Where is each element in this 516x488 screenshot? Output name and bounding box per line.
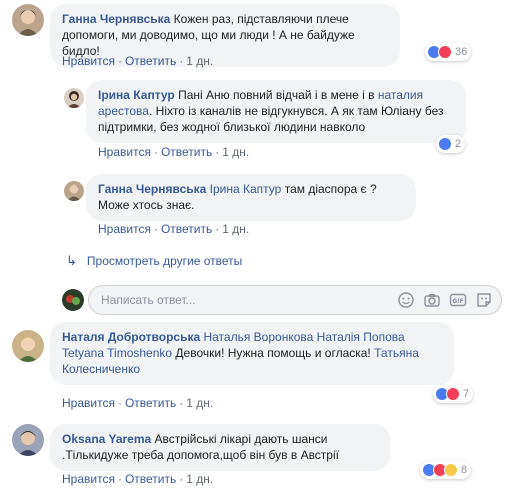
comment-author[interactable]: Ганна Чернявська [98, 182, 206, 196]
comment-time[interactable]: 1 дн. [222, 145, 249, 159]
like-button[interactable]: Нравится [62, 54, 115, 68]
like-button[interactable]: Нравится [62, 472, 115, 486]
reaction-count: 8 [461, 464, 468, 476]
comment-actions: Нравится · Ответить · 1 дн. [98, 222, 250, 236]
comment-author[interactable]: Наталя Добротворська [62, 330, 200, 344]
reaction-summary[interactable]: 36 [425, 43, 472, 61]
reply-button[interactable]: Ответить [161, 145, 212, 159]
reply-button[interactable]: Ответить [125, 472, 176, 486]
view-more-replies-link[interactable]: ↳ Просмотреть другие ответы [66, 253, 242, 269]
comment-text-continued: . Ніхто із каналів не відгукнувся. А як … [98, 104, 444, 134]
love-icon [446, 387, 460, 401]
comment-actions: Нравится · Ответить · 1 дн. [62, 472, 214, 486]
reply-input-placeholder: Написать ответ... [101, 293, 196, 307]
like-button[interactable]: Нравится [98, 222, 151, 236]
comment-bubble: Oksana Yarema Австрійські лікарі дають ш… [50, 424, 390, 471]
comment-author[interactable]: Ганна Чернявська [62, 12, 170, 26]
comment-author[interactable]: Oksana Yarema [62, 432, 151, 446]
comment-bubble: Ганна Чернявська Ірина Каптур там діаспо… [86, 174, 416, 221]
reply-arrow-icon: ↳ [66, 253, 77, 268]
comment-time[interactable]: 1 дн. [186, 396, 213, 410]
comment-time[interactable]: 1 дн. [186, 54, 213, 68]
reply-button[interactable]: Ответить [125, 396, 176, 410]
current-user-avatar [62, 289, 84, 311]
view-more-replies-label: Просмотреть другие ответы [86, 254, 243, 268]
avatar[interactable] [12, 424, 44, 456]
reaction-count: 7 [463, 388, 470, 400]
like-icon [438, 137, 452, 151]
mention-link[interactable]: Ірина Каптур [210, 182, 282, 196]
comment-time[interactable]: 1 дн. [186, 472, 213, 486]
avatar[interactable] [12, 4, 44, 36]
reply-input[interactable]: Написать ответ... GIF [88, 285, 502, 315]
svg-text:GIF: GIF [452, 298, 463, 305]
reaction-summary[interactable]: 2 [436, 135, 466, 153]
comment-time[interactable]: 1 дн. [222, 222, 249, 236]
gif-icon[interactable]: GIF [449, 291, 467, 309]
comment-bubble: Наталя Добротворська Наталья Воронкова Н… [50, 322, 454, 385]
mention-link[interactable]: Наталья Воронкова [203, 330, 313, 344]
reaction-count: 2 [455, 138, 462, 150]
comment-text: Девочки! Нужна помощь и огласка! [175, 346, 371, 360]
reaction-summary[interactable]: 7 [433, 385, 474, 403]
mention-link[interactable]: Tetyana Timoshenko [62, 346, 172, 360]
like-button[interactable]: Нравится [62, 396, 115, 410]
mention-link[interactable]: Наталія Попова [317, 330, 405, 344]
composer-icons: GIF [397, 291, 493, 309]
reply-button[interactable]: Ответить [125, 54, 176, 68]
like-button[interactable]: Нравится [98, 145, 151, 159]
comment-author[interactable]: Ірина Каптур [98, 88, 175, 102]
sad-icon [444, 463, 458, 477]
comment-actions: Нравится · Ответить · 1 дн. [62, 54, 214, 68]
comment-actions: Нравится · Ответить · 1 дн. [62, 396, 214, 410]
reply-button[interactable]: Ответить [161, 222, 212, 236]
avatar[interactable] [64, 88, 84, 108]
comment-bubble: Ірина Каптур Пані Аню повний відчай і в … [86, 80, 466, 143]
sticker-icon[interactable] [475, 291, 493, 309]
camera-icon[interactable] [423, 291, 441, 309]
comment-actions: Нравится · Ответить · 1 дн. [98, 145, 250, 159]
avatar[interactable] [64, 181, 84, 201]
emoji-icon[interactable] [397, 291, 415, 309]
comment-text: Пані Аню повний відчай і в мене і в [178, 88, 375, 102]
reaction-summary[interactable]: 8 [420, 461, 472, 479]
avatar[interactable] [12, 330, 44, 362]
love-icon [438, 45, 452, 59]
reaction-count: 36 [455, 46, 468, 58]
